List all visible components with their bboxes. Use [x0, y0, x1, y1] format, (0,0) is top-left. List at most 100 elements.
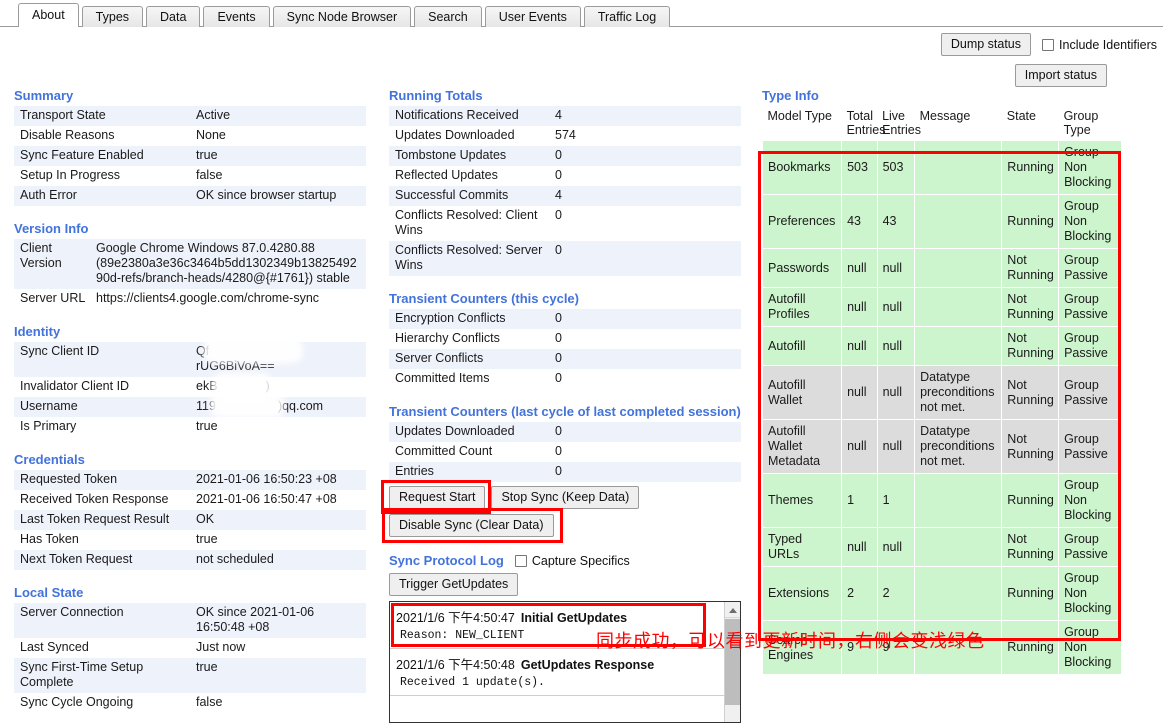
version-info-table: Client Version Google Chrome Windows 87.0…: [14, 239, 366, 309]
annotation-note: 同步成功，可以看到更新时间，右侧会变浅绿色: [596, 631, 985, 652]
protocol-log-panel[interactable]: 2021/1/6 下午4:50:47 Initial GetUpdates Rea…: [389, 601, 741, 723]
row-value: Active: [190, 106, 366, 126]
log-scrollbar[interactable]: [724, 602, 740, 722]
stop-sync-button[interactable]: Stop Sync (Keep Data): [491, 486, 640, 509]
table-row: Last Token Request Result OK: [14, 510, 366, 530]
table-row: Committed Items 0: [389, 369, 741, 389]
row-value: None: [190, 126, 366, 146]
cell-model-type: Themes: [761, 473, 843, 528]
cell-model-type: Autofill Wallet: [761, 365, 843, 420]
cell-total: null: [841, 326, 878, 366]
table-row: Successful Commits 4: [389, 186, 741, 206]
cell-total: null: [841, 248, 878, 288]
cell-group-type: Group Passive: [1058, 365, 1122, 420]
cell-message: Datatype preconditions not met.: [914, 365, 1003, 420]
row-key: Reflected Updates: [389, 166, 549, 186]
scroll-up-arrow-icon[interactable]: [725, 602, 740, 618]
cell-group-type: Group Non Blocking: [1058, 194, 1122, 249]
cell-live: null: [876, 527, 916, 567]
row-value: 0: [549, 422, 741, 442]
row-value: 574: [549, 126, 741, 146]
table-row: Typed URLs null null Not Running Group Passi…: [761, 527, 1122, 567]
protocol-log-header: Sync Protocol Log Capture Specifics: [389, 553, 741, 568]
table-row: Updates Downloaded 0: [389, 422, 741, 442]
cell-live: null: [876, 287, 916, 327]
running-totals-heading: Running Totals: [389, 88, 483, 103]
table-row: Notifications Received 4: [389, 106, 741, 126]
capture-specifics-checkbox[interactable]: [514, 554, 527, 567]
table-row: Requested Token 2021-01-06 16:50:23 +08: [14, 470, 366, 490]
status-controls: Dump status Include Identifiers Import s…: [817, 33, 1157, 87]
row-key: Committed Items: [389, 369, 549, 389]
row-value: 0: [549, 241, 741, 276]
row-value: false: [190, 693, 366, 713]
credentials-heading: Credentials: [14, 452, 85, 467]
row-value: 2021-01-06 16:50:23 +08: [190, 470, 366, 490]
row-key: Updates Downloaded: [389, 126, 549, 146]
content-columns: Summary Transport State Active Disable Re…: [0, 88, 1163, 723]
include-identifiers-checkbox[interactable]: [1042, 38, 1055, 51]
disable-sync-highlight: Disable Sync (Clear Data): [382, 508, 562, 543]
type-info-wrapper: Model Type Total Entries Live Entries Me…: [758, 106, 1157, 675]
tab-data[interactable]: Data: [146, 6, 201, 27]
cell-total: 2: [841, 566, 878, 621]
cell-state: Running: [1001, 140, 1060, 195]
row-value-redacted: 119)qq.com: [190, 397, 366, 417]
cell-group-type: Group Passive: [1058, 248, 1122, 288]
row-key: Sync Cycle Ongoing: [14, 693, 190, 713]
cell-message: [914, 566, 1003, 621]
row-value: not scheduled: [190, 550, 366, 570]
table-row: Sync First-Time Setup Complete true: [14, 658, 366, 693]
log-title: GetUpdates Response: [520, 658, 655, 672]
tab-search[interactable]: Search: [414, 6, 482, 27]
table-row: Disable Reasons None: [14, 126, 366, 146]
cell-group-type: Group Non Blocking: [1058, 566, 1122, 621]
version-info-heading: Version Info: [14, 221, 89, 236]
cell-total: null: [841, 287, 878, 327]
row-value: https://clients4.google.com/chrome-sync: [90, 289, 366, 309]
trigger-getupdates-button[interactable]: Trigger GetUpdates: [389, 573, 519, 596]
capture-specifics-label: Capture Specifics: [531, 553, 630, 568]
cell-total: null: [841, 365, 878, 420]
table-row: Autofill Profiles null null Not Running Grou…: [761, 287, 1122, 327]
tab-events[interactable]: Events: [203, 6, 270, 27]
table-row: Tombstone Updates 0: [389, 146, 741, 166]
log-timestamp: 2021/1/6 下午4:50:48: [396, 658, 515, 672]
table-row: Committed Count 0: [389, 442, 741, 462]
tab-traffic-log[interactable]: Traffic Log: [583, 6, 671, 27]
cell-message: [914, 473, 1003, 528]
cell-total: 503: [841, 140, 878, 195]
cell-state: Running: [1001, 566, 1060, 621]
row-key: Disable Reasons: [14, 126, 190, 146]
row-value: Google Chrome Windows 87.0.4280.88 (89e2…: [90, 239, 366, 289]
table-row: Next Token Request not scheduled: [14, 550, 366, 570]
cell-total: 1: [841, 473, 878, 528]
local-state-table: Server Connection OK since 2021-01-06 16:…: [14, 603, 366, 713]
cell-live: 503: [876, 140, 916, 195]
import-status-button[interactable]: Import status: [1014, 64, 1107, 87]
request-start-button[interactable]: Request Start: [389, 486, 486, 509]
tab-about[interactable]: About: [18, 3, 79, 27]
cell-message: [914, 248, 1003, 288]
running-totals-table: Notifications Received 4 Updates Download…: [389, 106, 741, 276]
tab-sync-node-browser[interactable]: Sync Node Browser: [272, 6, 412, 27]
redaction-smudge: [215, 399, 278, 413]
table-row: Updates Downloaded 574: [389, 126, 741, 146]
row-key: Requested Token: [14, 470, 190, 490]
cell-message: [914, 527, 1003, 567]
log-entry[interactable]: 2021/1/6 下午4:50:48 GetUpdates Response Re…: [390, 649, 724, 696]
transient-this-cycle-table: Encryption Conflicts 0 Hierarchy Conflict…: [389, 309, 741, 389]
table-row: Sync Feature Enabled true: [14, 146, 366, 166]
tab-types[interactable]: Types: [81, 6, 144, 27]
dump-status-button[interactable]: Dump status: [940, 33, 1032, 56]
trigger-row: Trigger GetUpdates: [389, 573, 741, 596]
cell-model-type: Autofill Profiles: [761, 287, 843, 327]
disable-sync-button[interactable]: Disable Sync (Clear Data): [389, 514, 554, 537]
table-row: Reflected Updates 0: [389, 166, 741, 186]
tab-user-events[interactable]: User Events: [484, 6, 581, 27]
table-row: Conflicts Resolved: Client Wins 0: [389, 206, 741, 241]
cell-total: null: [841, 527, 878, 567]
cell-model-type: Preferences: [761, 194, 843, 249]
row-key: Next Token Request: [14, 550, 190, 570]
col-state: State: [1001, 106, 1059, 141]
